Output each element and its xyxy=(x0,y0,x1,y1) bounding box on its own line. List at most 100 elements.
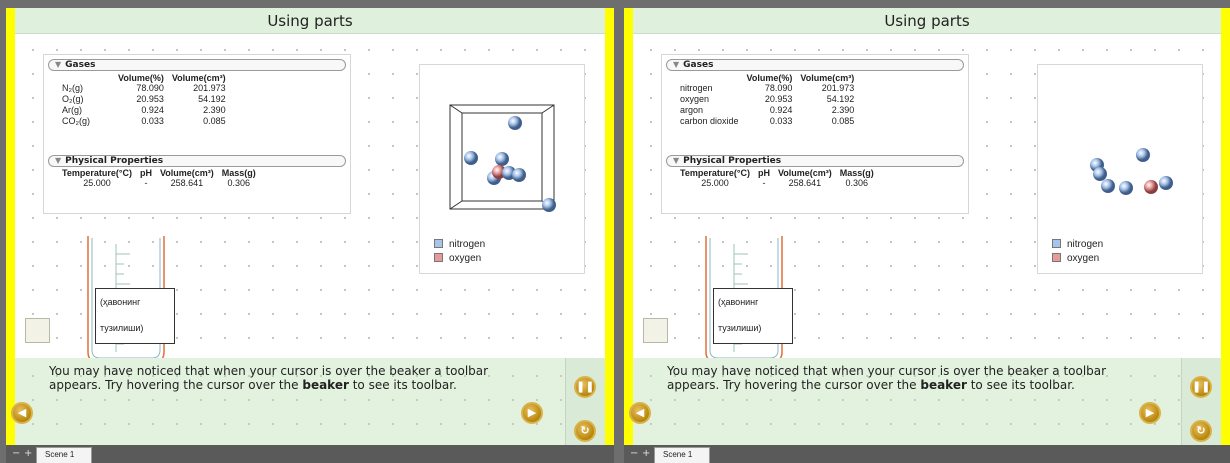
nitrogen-molecule xyxy=(512,168,526,182)
pause-icon[interactable]: ❚❚ xyxy=(1190,376,1212,398)
nitrogen-molecule xyxy=(1159,176,1173,190)
gas-row: carbon dioxide 0.033 0.085 xyxy=(676,116,858,127)
beaker-label-line: тузилиши) xyxy=(718,323,762,333)
mass-value: 0.306 xyxy=(227,178,251,188)
gases-header-label: Gases xyxy=(683,60,714,70)
arrow-right-icon[interactable]: ▶ xyxy=(521,402,543,424)
remove-scene-icon[interactable]: − xyxy=(12,448,20,459)
volume-value: 258.641 xyxy=(788,178,822,188)
gases-section-header[interactable]: ▼ Gases xyxy=(666,59,964,71)
beaker-label-line: тузилиши) xyxy=(100,323,144,333)
physical-properties-section-header[interactable]: ▼ Physical Properties xyxy=(48,155,346,167)
beaker-label: (ҳавонинг тузилиши) xyxy=(95,288,175,344)
tab-scene-1[interactable]: Scene 1 xyxy=(36,447,92,463)
props-row: 25.000 - 258.641 0.306 xyxy=(58,178,260,189)
page-title: Using parts xyxy=(884,12,970,30)
collapse-triangle-icon[interactable]: ▼ xyxy=(673,60,679,69)
gases-table: Volume(%) Volume(cm³) nitrogen 78.090 201.… xyxy=(676,73,858,127)
title-bar: Using parts xyxy=(15,8,605,34)
props-col-header: Temperature(°C) xyxy=(680,168,750,178)
toolbar-toggle-square[interactable] xyxy=(25,318,50,343)
arrow-left-icon[interactable]: ◀ xyxy=(11,402,33,424)
gas-volume-percent: 0.033 xyxy=(769,116,793,126)
oxygen-molecule xyxy=(1144,180,1158,194)
oxygen-swatch xyxy=(434,253,443,262)
props-col-header: Mass(g) xyxy=(221,168,256,178)
pause-icon[interactable]: ❚❚ xyxy=(574,376,596,398)
toolbar-toggle-square[interactable] xyxy=(643,318,668,343)
lesson-panel-left: Using parts ▼ Gases Volume(%) Volume(cm³)… xyxy=(6,8,614,463)
gas-volume-cm3: 201.973 xyxy=(193,83,226,93)
legend-label: oxygen xyxy=(449,253,482,264)
legend-label: oxygen xyxy=(1067,253,1100,264)
title-bar: Using parts xyxy=(633,8,1221,34)
gas-row: Ar(g) 0.924 2.390 xyxy=(58,105,230,116)
gas-name: carbon dioxide xyxy=(680,116,739,126)
collapse-triangle-icon[interactable]: ▼ xyxy=(55,60,61,69)
data-display: ▼ Gases Volume(%) Volume(cm³) N₂(g) 78.090… xyxy=(43,54,351,214)
molecule-viewer[interactable]: nitrogen oxygen xyxy=(419,64,585,274)
physical-properties-section-header[interactable]: ▼ Physical Properties xyxy=(666,155,964,167)
gases-col-header: Volume(%) xyxy=(118,73,164,83)
gas-volume-percent: 0.924 xyxy=(141,105,164,115)
left-highlight-bar xyxy=(6,8,15,445)
page-title: Using parts xyxy=(267,12,353,30)
gas-volume-percent: 0.924 xyxy=(769,105,793,115)
gas-name: oxygen xyxy=(680,94,710,104)
gas-row: CO₂(g) 0.033 0.085 xyxy=(58,116,230,127)
gas-volume-cm3: 201.973 xyxy=(821,83,855,93)
collapse-triangle-icon[interactable]: ▼ xyxy=(673,156,679,165)
properties-table: Temperature(°C) pH Volume(cm³) Mass(g) 2… xyxy=(676,168,878,189)
gas-name: CO₂(g) xyxy=(62,116,90,126)
props-col-header: Mass(g) xyxy=(839,168,874,178)
nitrogen-molecule xyxy=(1101,179,1115,193)
gas-volume-percent: 78.090 xyxy=(764,83,793,93)
gas-volume-percent: 20.953 xyxy=(764,94,793,104)
beaker-label-line: (ҳавонинг xyxy=(718,297,759,307)
gas-row: O₂(g) 20.953 54.192 xyxy=(58,94,230,105)
scene-tab-label: Scene 1 xyxy=(45,450,75,459)
gas-name: argon xyxy=(680,105,704,115)
molecule-viewer[interactable]: nitrogen oxygen xyxy=(1037,64,1203,274)
props-row: 25.000 - 258.641 0.306 xyxy=(676,178,878,189)
nitrogen-swatch xyxy=(1052,239,1061,248)
nitrogen-swatch xyxy=(434,239,443,248)
volume-value: 258.641 xyxy=(170,178,204,188)
gas-volume-cm3: 0.085 xyxy=(203,116,226,126)
stage: Using parts ▼ Gases Volume(%) Volume(cm³)… xyxy=(629,8,1221,445)
stage: Using parts ▼ Gases Volume(%) Volume(cm³)… xyxy=(11,8,605,445)
gases-header-label: Gases xyxy=(65,60,96,70)
add-scene-icon[interactable]: + xyxy=(642,448,650,459)
right-highlight-bar xyxy=(605,8,614,445)
tab-scene-1[interactable]: Scene 1 xyxy=(654,447,710,463)
collapse-triangle-icon[interactable]: ▼ xyxy=(55,156,61,165)
nitrogen-molecule xyxy=(1136,148,1150,162)
instruction-bold-word: beaker xyxy=(920,378,967,392)
arrow-right-icon[interactable]: ▶ xyxy=(1139,402,1161,424)
gas-volume-cm3: 2.390 xyxy=(831,105,855,115)
legend-item-nitrogen: nitrogen xyxy=(434,239,485,250)
props-header-label: Physical Properties xyxy=(65,156,164,166)
ph-value: - xyxy=(762,178,766,188)
legend-item-oxygen: oxygen xyxy=(434,253,481,264)
legend-label: nitrogen xyxy=(1067,239,1104,250)
data-display: ▼ Gases Volume(%) Volume(cm³) nitrogen 78.… xyxy=(661,54,969,214)
right-highlight-bar xyxy=(1221,8,1230,445)
beaker-label-line: (ҳавонинг xyxy=(100,297,141,307)
instruction-bold-word: beaker xyxy=(302,378,349,392)
reload-icon[interactable]: ↻ xyxy=(1190,420,1212,442)
legend-item-nitrogen: nitrogen xyxy=(1052,239,1103,250)
remove-scene-icon[interactable]: − xyxy=(630,448,638,459)
scene-tab-label: Scene 1 xyxy=(663,450,693,459)
gas-row: argon 0.924 2.390 xyxy=(676,105,858,116)
reload-icon[interactable]: ↻ xyxy=(574,420,596,442)
instruction-text-end: to see its toolbar. xyxy=(966,378,1075,392)
gas-volume-percent: 78.090 xyxy=(136,83,164,93)
gases-col-header: Volume(cm³) xyxy=(171,73,226,83)
instruction-area: You may have noticed that when your curs… xyxy=(629,358,1221,445)
control-strip: ❚❚ ↻ xyxy=(565,358,605,445)
add-scene-icon[interactable]: + xyxy=(24,448,32,459)
gases-section-header[interactable]: ▼ Gases xyxy=(48,59,346,71)
arrow-left-icon[interactable]: ◀ xyxy=(629,402,651,424)
props-col-header: Volume(cm³) xyxy=(777,168,832,178)
